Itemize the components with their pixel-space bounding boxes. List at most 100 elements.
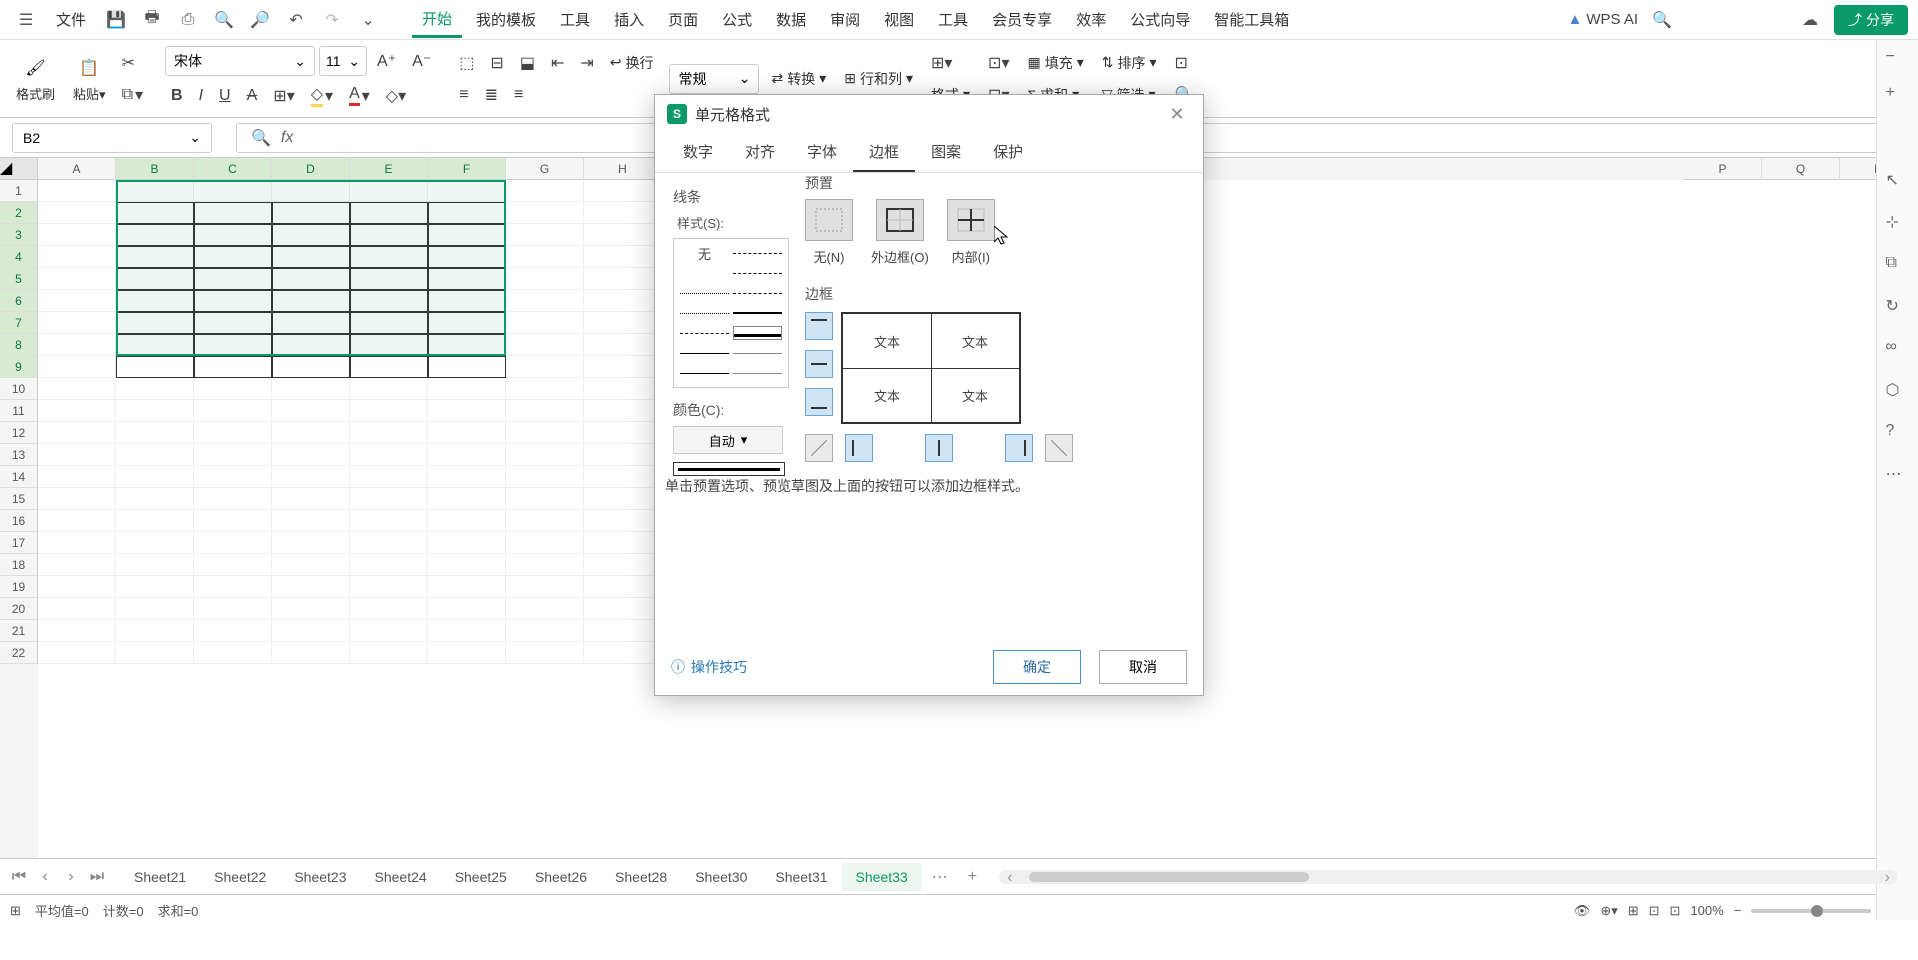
cell[interactable] — [38, 554, 116, 576]
cell[interactable] — [272, 378, 350, 400]
align-bottom-button[interactable]: ⬓ — [514, 49, 541, 77]
cell[interactable] — [428, 554, 506, 576]
cell[interactable] — [116, 378, 194, 400]
cell[interactable] — [506, 312, 584, 334]
cell[interactable] — [584, 312, 662, 334]
cell[interactable] — [506, 642, 584, 664]
cell[interactable] — [350, 290, 428, 312]
row-header[interactable]: 7 — [0, 312, 38, 334]
cell[interactable] — [272, 642, 350, 664]
cell[interactable] — [584, 488, 662, 510]
cell[interactable] — [272, 510, 350, 532]
cell[interactable] — [194, 356, 272, 378]
decrease-indent-button[interactable]: ⇤ — [545, 49, 570, 77]
ok-button[interactable]: 确定 — [993, 650, 1081, 684]
cell[interactable] — [584, 620, 662, 642]
row-header[interactable]: 6 — [0, 290, 38, 312]
cell[interactable] — [38, 334, 116, 356]
cell[interactable] — [506, 576, 584, 598]
cell[interactable] — [272, 554, 350, 576]
cell[interactable] — [428, 290, 506, 312]
table-style-button[interactable]: ⊡▾ — [982, 49, 1015, 77]
tab-start[interactable]: 开始 — [412, 2, 462, 38]
cell[interactable] — [116, 422, 194, 444]
cell[interactable] — [38, 400, 116, 422]
cell[interactable] — [506, 400, 584, 422]
cell[interactable] — [116, 466, 194, 488]
column-header[interactable]: P — [1684, 158, 1762, 180]
cell[interactable] — [194, 334, 272, 356]
tab-nav-next[interactable]: › — [60, 866, 82, 888]
column-header[interactable]: F — [428, 158, 506, 180]
cell[interactable] — [272, 224, 350, 246]
underline-button[interactable]: U — [213, 83, 237, 109]
cell[interactable] — [584, 356, 662, 378]
cell[interactable] — [272, 400, 350, 422]
cell[interactable] — [38, 444, 116, 466]
cell[interactable] — [116, 334, 194, 356]
cell[interactable] — [428, 180, 506, 202]
row-header[interactable]: 9 — [0, 356, 38, 378]
border-preview[interactable]: 文本 文本 文本 文本 — [841, 312, 1021, 424]
align-center-button[interactable]: ≣ — [479, 81, 504, 109]
preset-inner-button[interactable]: 内部(I) — [947, 199, 995, 266]
cell[interactable] — [116, 620, 194, 642]
border-top-button[interactable] — [805, 312, 833, 340]
cell[interactable] — [584, 466, 662, 488]
increase-indent-button[interactable]: ⇥ — [574, 49, 599, 77]
cell[interactable] — [350, 576, 428, 598]
cell[interactable] — [38, 422, 116, 444]
row-header[interactable]: 5 — [0, 268, 38, 290]
align-middle-button[interactable]: ⊟ — [484, 49, 509, 77]
cell[interactable] — [194, 620, 272, 642]
save-icon[interactable]: 💾 — [100, 4, 132, 36]
format-painter-button[interactable]: 🖌 格式刷 — [8, 50, 63, 107]
cell[interactable] — [194, 224, 272, 246]
cell[interactable] — [116, 180, 194, 202]
cell[interactable] — [116, 224, 194, 246]
cancel-formula-icon[interactable]: 🔍 — [251, 128, 271, 148]
increase-font-button[interactable]: A⁺ — [371, 47, 402, 75]
tab-nav-last[interactable]: ⏭ — [86, 866, 108, 888]
cell[interactable] — [272, 268, 350, 290]
cell[interactable] — [194, 488, 272, 510]
tab-view[interactable]: 视图 — [874, 3, 924, 36]
cell[interactable] — [350, 246, 428, 268]
clear-format-button[interactable]: ◇▾ — [380, 82, 412, 110]
cell[interactable] — [428, 466, 506, 488]
zoom-minus-icon[interactable]: − — [1886, 48, 1910, 72]
zoom-out-button[interactable]: − — [1734, 903, 1742, 918]
cell[interactable] — [584, 444, 662, 466]
cell[interactable] — [584, 224, 662, 246]
tab-nav-prev[interactable]: ‹ — [34, 866, 56, 888]
cell[interactable] — [38, 598, 116, 620]
sheet-tab[interactable]: Sheet21 — [120, 863, 200, 891]
cell[interactable] — [506, 510, 584, 532]
zoom-out-icon[interactable]: 🔎 — [244, 4, 276, 36]
cell[interactable] — [350, 334, 428, 356]
cell[interactable] — [116, 290, 194, 312]
cell[interactable] — [194, 422, 272, 444]
select-all-corner[interactable]: ◢ — [0, 158, 38, 180]
sheet-tab[interactable]: Sheet30 — [681, 863, 761, 891]
zoom-slider[interactable] — [1751, 909, 1871, 913]
cell[interactable] — [350, 510, 428, 532]
column-header[interactable]: A — [38, 158, 116, 180]
cell[interactable] — [428, 378, 506, 400]
cell[interactable] — [584, 400, 662, 422]
dialog-tab-number[interactable]: 数字 — [667, 133, 729, 172]
tab-templates[interactable]: 我的模板 — [466, 3, 546, 36]
view-normal-icon[interactable]: ⊞ — [1628, 903, 1639, 919]
cell[interactable] — [116, 554, 194, 576]
link-icon[interactable]: ∞ — [1886, 338, 1910, 362]
cell[interactable] — [584, 642, 662, 664]
cell[interactable] — [194, 312, 272, 334]
dialog-tab-align[interactable]: 对齐 — [729, 133, 791, 172]
share-button[interactable]: ⤴分享 — [1834, 5, 1908, 35]
name-box[interactable]: B2 ⌄ — [12, 123, 212, 153]
cell[interactable] — [506, 554, 584, 576]
border-vmiddle-button[interactable] — [925, 434, 953, 462]
cell[interactable] — [584, 334, 662, 356]
cell[interactable] — [272, 422, 350, 444]
cell[interactable] — [350, 532, 428, 554]
